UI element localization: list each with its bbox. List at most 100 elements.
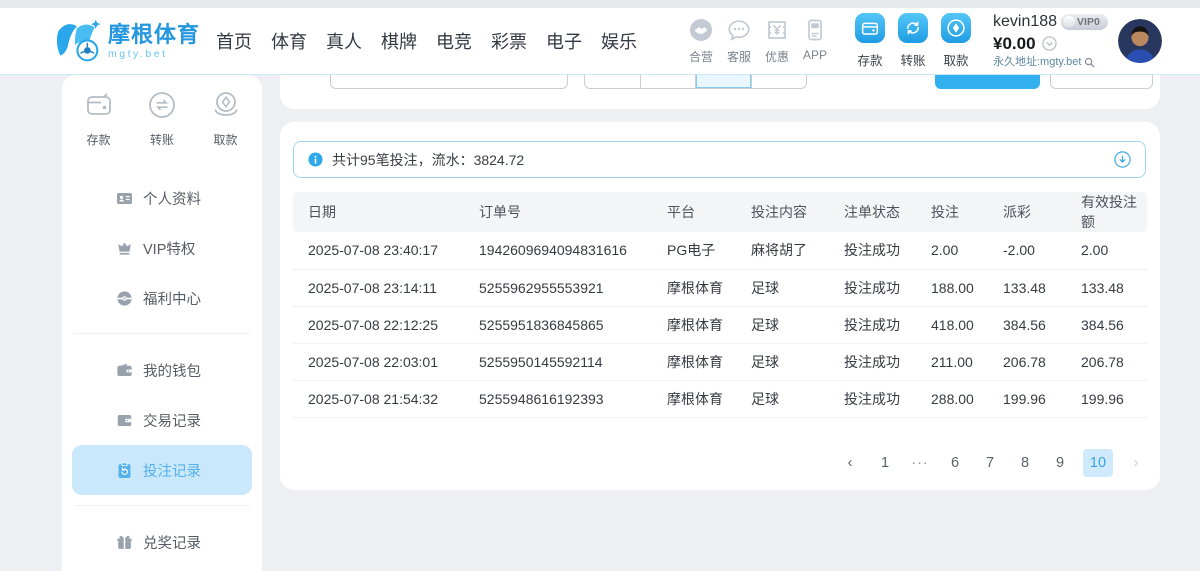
- table-cell: 384.56: [988, 306, 1066, 343]
- pagination-prev-icon[interactable]: ‹: [838, 449, 862, 477]
- sidebar-transfer-button[interactable]: 转账: [135, 88, 189, 148]
- sidebar-withdraw-button[interactable]: 取款: [199, 88, 253, 148]
- nav-item-live[interactable]: 真人: [324, 24, 364, 58]
- range-option-1[interactable]: [585, 75, 640, 88]
- table-cell: -2.00: [988, 232, 1066, 269]
- sidebar-deposit-button[interactable]: 存款: [72, 88, 126, 148]
- deposit-label: 存款: [850, 50, 890, 69]
- deposit-button[interactable]: 存款: [850, 13, 890, 69]
- table-header-cell: 派彩: [988, 192, 1066, 232]
- table-cell: 206.78: [1066, 343, 1147, 380]
- sidebar-item-wallet[interactable]: 我的钱包: [62, 345, 262, 395]
- page-button-1[interactable]: 1: [873, 449, 897, 477]
- table-cell: 5255950145592114: [464, 343, 652, 380]
- sidebar-item-welfare[interactable]: 福利中心: [62, 273, 262, 323]
- table-cell: 5255948616192393: [464, 380, 652, 417]
- service-support-label: 客服: [721, 48, 757, 65]
- table-cell: 2025-07-08 23:14:11: [293, 269, 464, 306]
- bet-records-card: 共计95笔投注，流水：3824.72 日期订单号平台投注内容注单状态投注派彩有效…: [280, 122, 1160, 490]
- table-cell: 211.00: [916, 343, 988, 380]
- withdraw-button[interactable]: 取款: [936, 13, 976, 69]
- welfare-icon: [115, 289, 134, 308]
- avatar-image: [1118, 19, 1162, 63]
- sidebar-deposit-label: 存款: [72, 131, 126, 148]
- expand-icon[interactable]: [1114, 151, 1131, 168]
- table-cell: 摩根体育: [652, 380, 736, 417]
- service-icons-group: 合营客服优惠APP: [683, 17, 833, 65]
- nav-item-lottery[interactable]: 彩票: [489, 24, 529, 58]
- nav-item-chess[interactable]: 棋牌: [379, 24, 419, 58]
- service-app-button[interactable]: APP: [797, 17, 833, 65]
- table-cell: 足球: [736, 306, 829, 343]
- header: 摩根体育 mgty.bet 首页体育真人棋牌电竞彩票电子娱乐 合营客服优惠APP…: [0, 8, 1200, 75]
- table-header-row: 日期订单号平台投注内容注单状态投注派彩有效投注额: [293, 192, 1147, 232]
- nav-item-esports[interactable]: 电竞: [434, 24, 474, 58]
- deposit-icon: [855, 13, 885, 43]
- sidebar-item-bets[interactable]: 投注记录: [72, 445, 252, 495]
- balance-chevron-down-icon[interactable]: [1042, 36, 1057, 51]
- transfer-icon: [898, 13, 928, 43]
- table-header-cell: 平台: [652, 192, 736, 232]
- service-support-button[interactable]: 客服: [721, 17, 757, 65]
- table-row: 2025-07-08 23:14:115255962955553921摩根体育足…: [293, 269, 1147, 306]
- service-promo-label: 优惠: [759, 48, 795, 65]
- sidebar-menu: 个人资料 VIP特权福利中心我的钱包交易记录投注记录兑奖记录: [62, 173, 262, 567]
- sidebar-item-vip[interactable]: VIP特权: [62, 223, 262, 273]
- table-cell: 投注成功: [829, 343, 916, 380]
- page-button-7[interactable]: 7: [978, 449, 1002, 477]
- nav-item-home[interactable]: 首页: [214, 24, 254, 58]
- pagination-ellipsis: ···: [908, 449, 932, 477]
- logo-subtitle: mgty.bet: [108, 48, 200, 60]
- magnifier-icon[interactable]: [1084, 57, 1095, 68]
- table-cell: 418.00: [916, 306, 988, 343]
- gift-icon: [115, 533, 134, 552]
- sidebar-item-redeem-label: 兑奖记录: [143, 532, 201, 553]
- table-row: 2025-07-08 22:12:255255951836845865摩根体育足…: [293, 306, 1147, 343]
- page-button-9[interactable]: 9: [1048, 449, 1072, 477]
- logo-icon: [56, 18, 102, 64]
- logo[interactable]: 摩根体育 mgty.bet: [56, 18, 200, 64]
- table-cell: 2025-07-08 22:12:25: [293, 306, 464, 343]
- main-nav: 首页体育真人棋牌电竞彩票电子娱乐: [214, 24, 639, 58]
- page-button-10[interactable]: 10: [1083, 449, 1113, 477]
- reset-button[interactable]: [1050, 75, 1153, 89]
- balance: ¥0.00: [993, 34, 1036, 54]
- id-card-icon: [115, 189, 134, 208]
- table-cell: 麻将胡了: [736, 232, 829, 269]
- search-button[interactable]: [935, 75, 1040, 89]
- page-button-6[interactable]: 6: [943, 449, 967, 477]
- transfer-button[interactable]: 转账: [893, 13, 933, 69]
- quick-range-group: [584, 75, 807, 89]
- table-cell: 2025-07-08 23:40:17: [293, 232, 464, 269]
- sidebar-wallet-shortcuts: 存款转账取款: [62, 75, 262, 148]
- table-cell: 133.48: [988, 269, 1066, 306]
- table-cell: 199.96: [988, 380, 1066, 417]
- table-cell: 投注成功: [829, 380, 916, 417]
- sidebar-item-profile[interactable]: 个人资料: [62, 173, 262, 223]
- transfer-label: 转账: [893, 50, 933, 69]
- page-button-8[interactable]: 8: [1013, 449, 1037, 477]
- avatar[interactable]: [1118, 19, 1162, 63]
- table-cell: 2.00: [1066, 232, 1147, 269]
- nav-item-slots[interactable]: 电子: [544, 24, 584, 58]
- yuan-icon: [764, 17, 790, 43]
- nav-item-sports[interactable]: 体育: [269, 24, 309, 58]
- table-header-cell: 注单状态: [829, 192, 916, 232]
- table-cell: 2.00: [916, 232, 988, 269]
- service-partner-label: 合营: [683, 48, 719, 65]
- date-range-input[interactable]: [330, 75, 568, 89]
- sidebar-item-vip-label: VIP特权: [143, 238, 195, 259]
- service-promo-button[interactable]: 优惠: [759, 17, 795, 65]
- sidebar-item-transactions[interactable]: 交易记录: [62, 395, 262, 445]
- pagination-next-icon[interactable]: ›: [1124, 449, 1148, 477]
- sidebar-item-redeem[interactable]: 兑奖记录: [62, 517, 262, 567]
- range-option-2[interactable]: [640, 75, 696, 88]
- table-cell: 投注成功: [829, 269, 916, 306]
- range-option-4[interactable]: [751, 75, 807, 88]
- table-header-cell: 日期: [293, 192, 464, 232]
- service-partner-button[interactable]: 合营: [683, 17, 719, 65]
- range-option-3[interactable]: [695, 75, 751, 88]
- table-cell: 摩根体育: [652, 306, 736, 343]
- nav-item-entertainment[interactable]: 娱乐: [599, 24, 639, 58]
- info-icon: [308, 152, 323, 167]
